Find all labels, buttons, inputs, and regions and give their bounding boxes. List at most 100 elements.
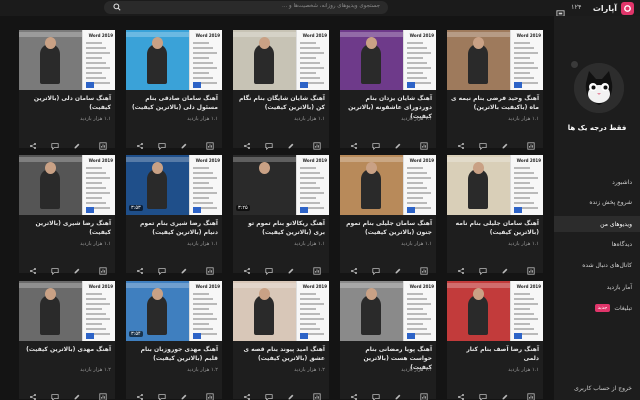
edit-icon[interactable] (73, 135, 81, 149)
share-icon[interactable] (457, 386, 465, 400)
video-thumbnail[interactable]: Word 2019 ۳:۵۳ (126, 155, 222, 215)
analytics-icon[interactable] (206, 135, 214, 150)
share-icon[interactable] (243, 260, 251, 275)
edit-icon[interactable] (73, 260, 81, 274)
comments-icon[interactable] (372, 260, 380, 276)
share-icon[interactable] (243, 386, 251, 400)
comments-icon[interactable] (372, 135, 380, 151)
analytics-icon[interactable] (99, 386, 107, 400)
video-thumbnail[interactable]: Word 2019 (340, 30, 436, 90)
analytics-icon[interactable] (527, 386, 535, 400)
share-icon[interactable] (457, 135, 465, 150)
video-title[interactable]: آهنگ مهدی (بالاترین کیفیت) (23, 345, 111, 354)
edit-icon[interactable] (501, 135, 509, 149)
analytics-icon[interactable] (313, 386, 321, 400)
edit-icon[interactable] (287, 260, 295, 274)
avatar-settings-icon[interactable] (570, 60, 579, 69)
video-title[interactable]: آهنگ سامان جلیلی بنام نامه (بالاترین کیف… (451, 219, 539, 237)
analytics-icon[interactable] (206, 260, 214, 275)
edit-icon[interactable] (180, 135, 188, 149)
video-title[interactable]: آهنگ مهدی جوروزبان بنام قلبم (بالاترین ک… (130, 345, 218, 363)
edit-icon[interactable] (394, 260, 402, 274)
comments-icon[interactable] (265, 260, 273, 276)
share-icon[interactable] (243, 135, 251, 150)
edit-icon[interactable] (394, 386, 402, 400)
video-thumbnail[interactable]: Word 2019 (19, 30, 115, 90)
app-logo[interactable]: آپارات (593, 1, 634, 15)
share-icon[interactable] (29, 135, 37, 150)
analytics-icon[interactable] (527, 135, 535, 150)
video-thumbnail[interactable]: Word 2019 (340, 155, 436, 215)
analytics-icon[interactable] (313, 135, 321, 150)
comments-icon[interactable] (158, 135, 166, 151)
video-thumbnail[interactable]: Word 2019 (340, 281, 436, 341)
edit-icon[interactable] (394, 135, 402, 149)
video-thumbnail[interactable]: Word 2019 (126, 30, 222, 90)
video-card[interactable]: Word 2019 آهنگ رضا شیری (بالاترین کیفیت)… (19, 155, 115, 276)
analytics-icon[interactable] (420, 260, 428, 275)
video-card[interactable]: Word 2019 آهنگ سامان دلی (بالاترین کیفیت… (19, 30, 115, 151)
sidebar-item-stats[interactable]: آمار بازدید (554, 279, 640, 295)
video-thumbnail[interactable]: Word 2019 (447, 281, 543, 341)
video-card[interactable]: Word 2019 آهنگ سامان جلیلی بنام تموم جنو… (340, 155, 436, 276)
sidebar-item-ads[interactable]: تبلیغات جدید (554, 300, 640, 316)
video-card[interactable]: Word 2019 آهنگ شایان یزدان بنام دوردورای… (340, 30, 436, 151)
video-card[interactable]: Word 2019 آهنگ سامان جلیلی بنام نامه (با… (447, 155, 543, 276)
video-thumbnail[interactable]: Word 2019 (447, 155, 543, 215)
comments-icon[interactable] (372, 386, 380, 400)
comments-icon[interactable] (265, 135, 273, 151)
share-icon[interactable] (350, 386, 358, 400)
edit-icon[interactable] (501, 260, 509, 274)
video-title[interactable]: آهنگ سامان صادقی بنام مسئول دلی (بالاتری… (130, 94, 218, 112)
sidebar-item-comments[interactable]: دیدگاه‌ها (554, 236, 640, 252)
video-title[interactable]: آهنگ رضا آصف بنام کنار دلمی (451, 345, 539, 363)
analytics-icon[interactable] (420, 386, 428, 400)
video-thumbnail[interactable]: Word 2019 (233, 30, 329, 90)
logout-link[interactable]: خروج از حساب کاربری (554, 380, 640, 396)
video-card[interactable]: Word 2019 ۳:۵۴ آهنگ مهدی جوروزبان بنام ق… (126, 281, 222, 400)
comments-icon[interactable] (479, 260, 487, 276)
comments-icon[interactable] (51, 135, 59, 151)
comments-icon[interactable] (479, 386, 487, 400)
video-thumbnail[interactable]: Word 2019 (19, 155, 115, 215)
comments-icon[interactable] (51, 386, 59, 400)
video-thumbnail[interactable]: Word 2019 ۳:۵۴ (126, 281, 222, 341)
search-icon[interactable] (113, 3, 121, 11)
sidebar-item-followed[interactable]: کانال‌های دنبال شده (554, 257, 640, 273)
edit-icon[interactable] (287, 386, 295, 400)
sidebar-item-my-videos[interactable]: ویدیوهای من (554, 216, 640, 232)
comments-icon[interactable] (158, 260, 166, 276)
video-title[interactable]: آهنگ سامان دلی (بالاترین کیفیت) (23, 94, 111, 112)
video-card[interactable]: Word 2019 آهنگ شایان شایگان بنام نگام کن… (233, 30, 329, 151)
share-icon[interactable] (136, 135, 144, 150)
comments-icon[interactable] (51, 260, 59, 276)
comments-icon[interactable] (479, 135, 487, 151)
analytics-icon[interactable] (99, 135, 107, 150)
analytics-icon[interactable] (313, 260, 321, 275)
video-title[interactable]: آهنگ رضا شیری (بالاترین کیفیت) (23, 219, 111, 237)
video-card[interactable]: Word 2019 آهنگ مهدی (بالاترین کیفیت) ۱.۲… (19, 281, 115, 400)
share-icon[interactable] (350, 260, 358, 275)
sidebar-item-live[interactable]: شروع پخش زنده (554, 194, 640, 210)
video-thumbnail[interactable]: Word 2019 ۳:۲۵ (233, 155, 329, 215)
share-icon[interactable] (29, 260, 37, 275)
edit-icon[interactable] (287, 135, 295, 149)
search-input[interactable]: جستجوی ویدیوهای روزانه، شخصیت‌ها و ... (104, 1, 388, 14)
video-card[interactable]: Word 2019 ۳:۵۳ آهنگ رضا شیری بنام تموم د… (126, 155, 222, 276)
comments-icon[interactable] (158, 386, 166, 400)
video-title[interactable]: آهنگ امید پیوند بنام قصه ی عشق (بالاترین… (237, 345, 325, 363)
comments-icon[interactable] (265, 386, 273, 400)
video-title[interactable]: آهنگ شایان شایگان بنام نگام کن (بالاترین… (237, 94, 325, 112)
share-icon[interactable] (350, 135, 358, 150)
video-title[interactable]: آهنگ ریکالاتو بنام تموم تو بری (بالاترین… (237, 219, 325, 237)
share-icon[interactable] (136, 386, 144, 400)
analytics-icon[interactable] (99, 260, 107, 275)
video-card[interactable]: Word 2019 آهنگ امید پیوند بنام قصه ی عشق… (233, 281, 329, 400)
channel-avatar[interactable] (574, 63, 624, 113)
share-icon[interactable] (29, 386, 37, 400)
video-title[interactable]: آهنگ سامان جلیلی بنام تموم جنون (بالاتری… (344, 219, 432, 237)
notification-count[interactable]: ۱۲۴ (571, 3, 581, 11)
analytics-icon[interactable] (206, 386, 214, 400)
video-card[interactable]: Word 2019 آهنگ سامان صادقی بنام مسئول دل… (126, 30, 222, 151)
edit-icon[interactable] (180, 386, 188, 400)
